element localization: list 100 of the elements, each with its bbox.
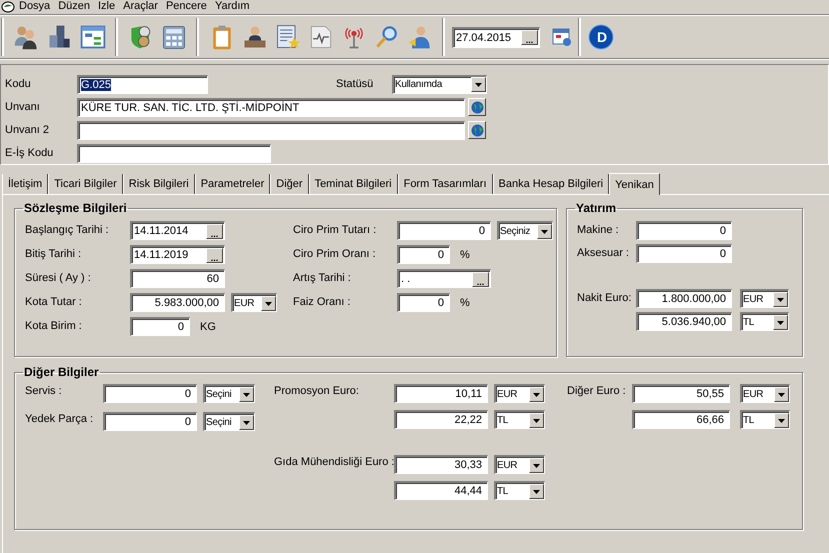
amount-field[interactable]: 60 (130, 269, 225, 288)
amount-field[interactable]: 66,66 (632, 410, 730, 429)
field-label: Kota Birim : (25, 319, 83, 334)
browse-button[interactable]: ... (206, 224, 223, 238)
field-label: Artış Tarihi : (293, 271, 352, 286)
tab[interactable]: Risk Bilgileri (122, 174, 195, 194)
caret-icon[interactable] (529, 412, 544, 428)
amount-field[interactable]: 0 (103, 384, 197, 403)
tab[interactable]: Banka Hesap Bilgileri (492, 174, 610, 194)
calendar-icon[interactable] (552, 27, 572, 47)
currency-dropdown[interactable]: EUR (740, 289, 789, 308)
badge-icon[interactable] (588, 24, 614, 50)
amount-field[interactable]: 5.983.000,00 (130, 293, 225, 312)
globe-button[interactable] (468, 98, 486, 116)
currency-dropdown[interactable]: Seçini (203, 412, 255, 431)
field-label: Unvanı (5, 101, 41, 113)
currency-dropdown[interactable]: EUR (231, 293, 277, 312)
amount-field[interactable]: 10,11 (394, 384, 488, 403)
globe-icon (470, 124, 484, 136)
currency-dropdown[interactable]: EUR (494, 455, 545, 474)
currency-dropdown[interactable]: TL (494, 481, 545, 500)
amount-field[interactable]: 5.036.940,00 (636, 312, 732, 331)
caret-icon[interactable] (471, 77, 486, 92)
document-star-icon[interactable] (274, 23, 302, 51)
menu-item[interactable]: Izle (94, 0, 120, 12)
menu-item[interactable]: Dosya (15, 0, 54, 12)
amount-field[interactable]: 22,22 (394, 410, 488, 429)
browse-button[interactable]: ... (472, 272, 489, 286)
tab[interactable]: Parametreler (194, 174, 270, 194)
tab[interactable]: Diğer (270, 174, 309, 194)
caret-icon[interactable] (529, 386, 544, 402)
amount-field[interactable]: 0 (103, 412, 197, 431)
amount-field[interactable]: 0 (397, 221, 491, 240)
browse-button[interactable]: ... (521, 30, 538, 45)
tab[interactable]: Yenikan (609, 173, 660, 195)
text-field[interactable]: KÜRE TUR. SAN. TİC. LTD. ŞTİ.-MİDPOİNT (77, 98, 465, 116)
currency-dropdown[interactable]: TL (740, 410, 790, 429)
field-label: Unvanı 2 (5, 124, 50, 136)
field-label: Bitiş Tarihi : (25, 247, 82, 262)
currency-dropdown[interactable]: Seçini (203, 384, 255, 403)
text-field[interactable] (77, 144, 271, 162)
amount-field[interactable]: 30,33 (394, 455, 488, 474)
caret-icon[interactable] (529, 484, 544, 498)
globe-button[interactable] (468, 121, 486, 139)
calculator-icon[interactable] (160, 23, 188, 51)
currency-dropdown[interactable]: TL (494, 410, 545, 429)
date-field[interactable]: . . ... (397, 269, 491, 288)
field-label: Diğer Euro : (567, 384, 627, 398)
currency-dropdown[interactable]: Seçiniz (497, 221, 553, 240)
field-label: Süresi ( Ay ) : (25, 271, 92, 286)
caret-icon[interactable] (537, 224, 552, 238)
caret-icon[interactable] (774, 386, 789, 402)
amount-field[interactable]: 0 (397, 245, 450, 264)
code-field[interactable]: G.025 (77, 74, 208, 94)
group-title: Sözleşme Bilgileri (23, 201, 128, 215)
group-title: Diğer Bilgiler (23, 365, 100, 379)
caret-icon[interactable] (773, 314, 788, 330)
caret-icon[interactable] (773, 292, 788, 306)
currency-dropdown[interactable]: TL (740, 312, 789, 331)
date-field[interactable]: 14.11.2019 ... (130, 245, 225, 264)
amount-field[interactable]: 0 (397, 293, 450, 312)
field-label: Kota Tutar : (25, 295, 83, 310)
browse-button[interactable]: ... (206, 248, 223, 262)
caret-icon[interactable] (529, 458, 544, 472)
caret-icon[interactable] (261, 296, 276, 310)
tab[interactable]: Form Tasarımları (398, 174, 493, 194)
menu-item[interactable]: Araçlar (119, 0, 162, 12)
menu-item[interactable]: Pencere (162, 0, 211, 12)
field-label: Faiz Oranı : (293, 295, 352, 310)
amount-field[interactable]: 0 (636, 244, 732, 263)
unit-label: KG (200, 320, 216, 332)
amount-field[interactable]: 44,44 (394, 481, 488, 500)
tab[interactable]: İletişim (2, 174, 48, 194)
tab[interactable]: Ticari Bilgiler (48, 174, 123, 194)
unit-label: % (460, 296, 470, 308)
group-title: Yatırım (575, 201, 618, 215)
amount-field[interactable]: 0 (130, 317, 190, 336)
caret-icon[interactable] (239, 414, 254, 430)
field-label: Makine : (577, 223, 620, 238)
status-dropdown[interactable]: Kullanımda (392, 74, 487, 94)
amount-field[interactable]: 0 (636, 221, 732, 240)
caret-icon[interactable] (774, 412, 789, 428)
amount-field[interactable]: 1.800.000,00 (636, 289, 732, 308)
caret-icon[interactable] (239, 386, 254, 402)
field-label: Gıda Mühendisliği Euro : (274, 455, 394, 469)
app-icon[interactable] (1, 1, 15, 13)
field-label: Başlangıç Tarihi : (25, 223, 110, 238)
window-icon[interactable] (79, 23, 107, 51)
text-field[interactable] (77, 120, 465, 140)
currency-dropdown[interactable]: EUR (494, 384, 545, 403)
menu-item[interactable]: Yardım (210, 0, 254, 12)
field-label: Promosyon Euro: (274, 384, 360, 398)
tab[interactable]: Teminat Bilgileri (308, 174, 398, 194)
date-field[interactable]: 14.11.2014 ... (130, 221, 225, 240)
currency-dropdown[interactable]: EUR (740, 384, 790, 403)
date-field[interactable]: 27.04.2015 ... (452, 26, 540, 48)
amount-field[interactable]: 50,55 (632, 384, 730, 403)
field-label: Kodu (5, 78, 32, 90)
unit-label: % (460, 248, 470, 260)
menu-item[interactable]: Düzen (54, 0, 94, 12)
